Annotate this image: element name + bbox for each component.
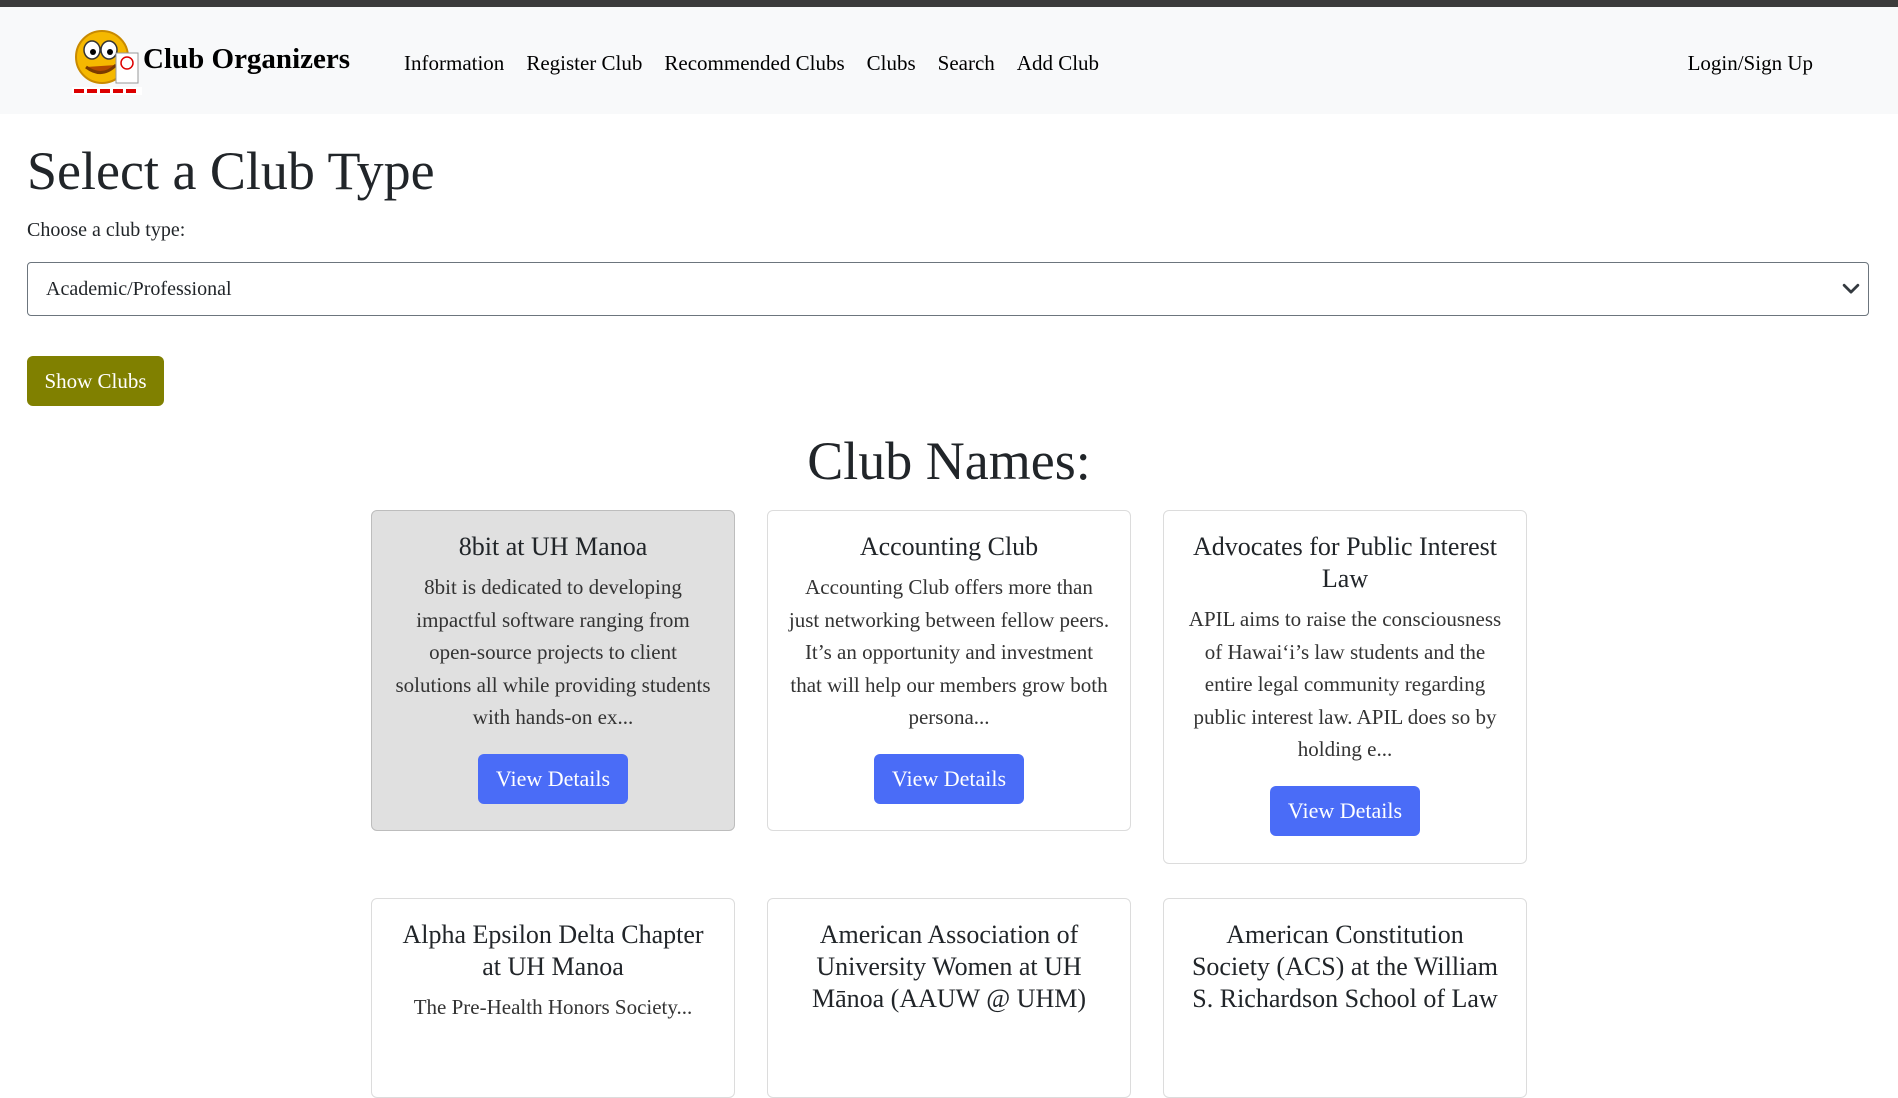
club-type-label: Choose a club type: xyxy=(27,219,186,241)
nav-link-register-club[interactable]: Register Club xyxy=(526,51,642,76)
club-card-title: American Association of University Women… xyxy=(811,920,1087,1013)
show-clubs-button[interactable]: Show Clubs xyxy=(27,356,164,406)
club-card: 8bit at UH Manoa 8bit is dedicated to de… xyxy=(371,510,735,831)
nav-links: Information Register Club Recommended Cl… xyxy=(404,51,1121,76)
nav-link-recommended-clubs[interactable]: Recommended Clubs xyxy=(664,51,844,76)
brand[interactable]: Club Organizers xyxy=(72,25,350,97)
navbar: Club Organizers Information Register Clu… xyxy=(0,7,1898,114)
club-card-title: Alpha Epsilon Delta Chapter at UH Manoa xyxy=(402,920,704,981)
club-card-title: Advocates for Public Interest Law xyxy=(1193,532,1497,593)
club-type-select[interactable]: Academic/Professional xyxy=(27,262,1869,316)
view-details-button[interactable]: View Details xyxy=(1269,785,1421,836)
chevron-down-icon xyxy=(1842,283,1860,294)
page-title: Select a Club Type xyxy=(27,141,435,201)
nav-link-search[interactable]: Search xyxy=(938,51,995,76)
nav-link-clubs[interactable]: Clubs xyxy=(867,51,916,76)
window-top-bar xyxy=(0,0,1898,7)
view-details-button[interactable]: View Details xyxy=(477,753,629,804)
club-type-selected-value: Academic/Professional xyxy=(46,277,232,300)
club-card: Accounting Club Accounting Club offers m… xyxy=(767,510,1131,831)
nav-link-add-club[interactable]: Add Club xyxy=(1017,51,1099,76)
club-card-title: 8bit at UH Manoa xyxy=(458,532,648,561)
club-card-description: Accounting Club offers more than just ne… xyxy=(788,575,1110,729)
club-card: Advocates for Public Interest Law APIL a… xyxy=(1163,510,1527,864)
view-details-button[interactable]: View Details xyxy=(873,753,1025,804)
club-card-description: 8bit is dedicated to developing impactfu… xyxy=(395,575,711,729)
club-card-description: The Pre-Health Honors Society... xyxy=(413,995,693,1019)
club-card-title: Accounting Club xyxy=(859,532,1039,561)
club-card: American Constitution Society (ACS) at t… xyxy=(1163,898,1527,1098)
section-title: Club Names: xyxy=(807,431,1091,491)
club-card: Alpha Epsilon Delta Chapter at UH Manoa … xyxy=(371,898,735,1098)
club-card-description: APIL aims to raise the consciousness of … xyxy=(1188,607,1502,761)
nav-link-information[interactable]: Information xyxy=(404,51,504,76)
club-card: American Association of University Women… xyxy=(767,898,1131,1098)
club-card-title: American Constitution Society (ACS) at t… xyxy=(1191,920,1499,1013)
login-signup-link[interactable]: Login/Sign Up xyxy=(1688,51,1813,76)
brand-name[interactable]: Club Organizers xyxy=(143,43,350,76)
logo-icon xyxy=(72,25,142,97)
